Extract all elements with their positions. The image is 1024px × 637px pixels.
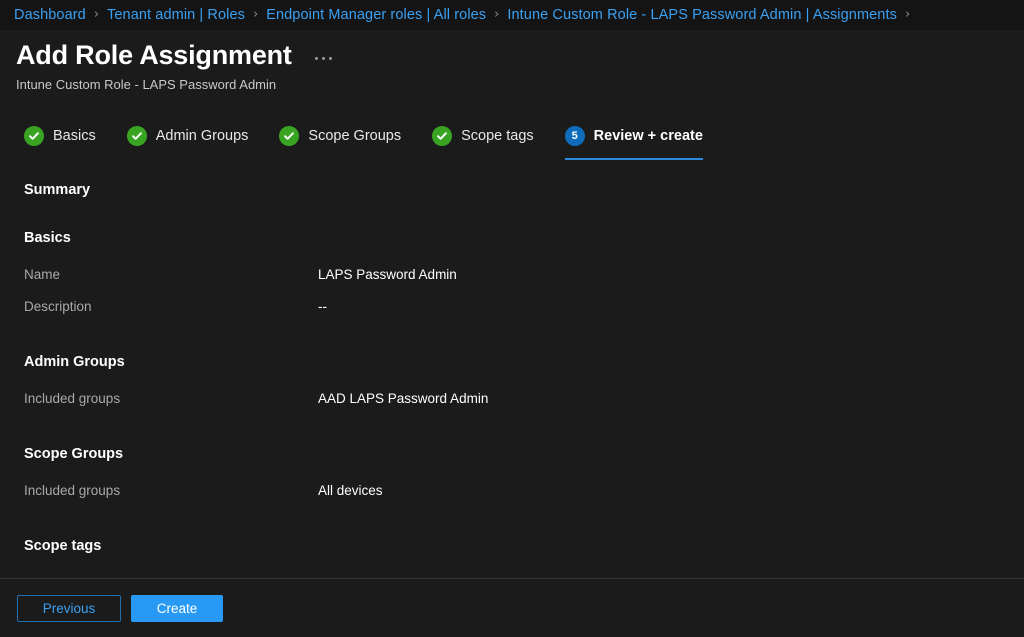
tab-admin-groups[interactable]: Admin Groups: [126, 118, 249, 154]
row-value: LAPS Password Admin: [318, 267, 457, 282]
group-title: Scope tags: [24, 538, 102, 554]
summary-group-scope-tags: Scope tags: [24, 538, 1024, 554]
breadcrumb-item-tenant-admin-roles[interactable]: Tenant admin | Roles: [107, 0, 245, 30]
group-title: Scope Groups: [24, 446, 124, 462]
summary-row: Included groups AAD LAPS Password Admin: [24, 388, 1024, 410]
wizard-step-tabs: Basics Admin Groups Scope Groups Scope t…: [0, 118, 1024, 160]
summary-row: Name LAPS Password Admin: [24, 264, 1024, 286]
page-subtitle: Intune Custom Role - LAPS Password Admin: [16, 77, 277, 92]
tab-label: Review + create: [593, 128, 703, 144]
row-label: Included groups: [24, 391, 121, 406]
ellipsis-dot: [321, 56, 325, 60]
group-title: Admin Groups: [24, 354, 125, 370]
breadcrumb-item-dashboard[interactable]: Dashboard: [14, 0, 86, 30]
tab-basics[interactable]: Basics: [24, 118, 96, 154]
row-value: AAD LAPS Password Admin: [318, 391, 489, 406]
create-button[interactable]: Create: [131, 594, 223, 622]
page-title: Add Role Assignment: [16, 40, 292, 70]
breadcrumb-separator-icon: ›: [253, 7, 259, 22]
group-title: Basics: [24, 230, 71, 246]
row-label: Name: [24, 267, 61, 282]
previous-button[interactable]: Previous: [17, 594, 121, 622]
row-value: All devices: [318, 483, 383, 498]
step-number-badge: 5: [564, 126, 585, 146]
row-label: Included groups: [24, 483, 121, 498]
summary-row: Included groups All devices: [24, 480, 1024, 502]
check-icon: [279, 126, 300, 146]
breadcrumb-trailing-chevron-icon: ›: [904, 7, 911, 22]
ellipsis-dot: [328, 56, 332, 60]
summary-panel: Summary Basics Name LAPS Password Admin …: [0, 182, 1024, 554]
tab-scope-groups[interactable]: Scope Groups: [279, 118, 401, 154]
check-icon: [432, 126, 453, 146]
tab-label: Basics: [53, 128, 96, 144]
row-value: --: [318, 299, 327, 314]
wizard-footer: Previous Create: [0, 578, 1024, 637]
row-label: Description: [24, 299, 92, 314]
more-options-icon[interactable]: [312, 53, 335, 64]
tab-review-create[interactable]: 5 Review + create: [564, 118, 704, 160]
tab-scope-tags[interactable]: Scope tags: [432, 118, 534, 154]
summary-row: Description --: [24, 296, 1024, 318]
breadcrumb-item-intune-custom-role-assignments[interactable]: Intune Custom Role - LAPS Password Admin…: [507, 0, 897, 30]
tab-label: Scope Groups: [308, 128, 402, 144]
page-header: Add Role Assignment Intune Custom Role -…: [0, 30, 1024, 94]
breadcrumb-item-endpoint-manager-roles[interactable]: Endpoint Manager roles | All roles: [266, 0, 486, 30]
tab-label: Admin Groups: [155, 128, 249, 144]
breadcrumb-separator-icon: ›: [494, 7, 500, 22]
summary-group-basics: Basics Name LAPS Password Admin Descript…: [24, 230, 1024, 318]
check-icon: [126, 126, 147, 146]
breadcrumb-separator-icon: ›: [93, 7, 100, 22]
breadcrumb: Dashboard › Tenant admin | Roles › Endpo…: [0, 0, 1024, 30]
check-icon: [24, 126, 44, 146]
ellipsis-dot: [314, 56, 318, 60]
summary-group-scope-groups: Scope Groups Included groups All devices: [24, 446, 1024, 502]
tab-label: Scope tags: [461, 128, 534, 144]
summary-group-admin-groups: Admin Groups Included groups AAD LAPS Pa…: [24, 354, 1024, 410]
summary-heading: Summary: [24, 182, 91, 198]
page-title-row: Add Role Assignment: [16, 38, 1024, 72]
